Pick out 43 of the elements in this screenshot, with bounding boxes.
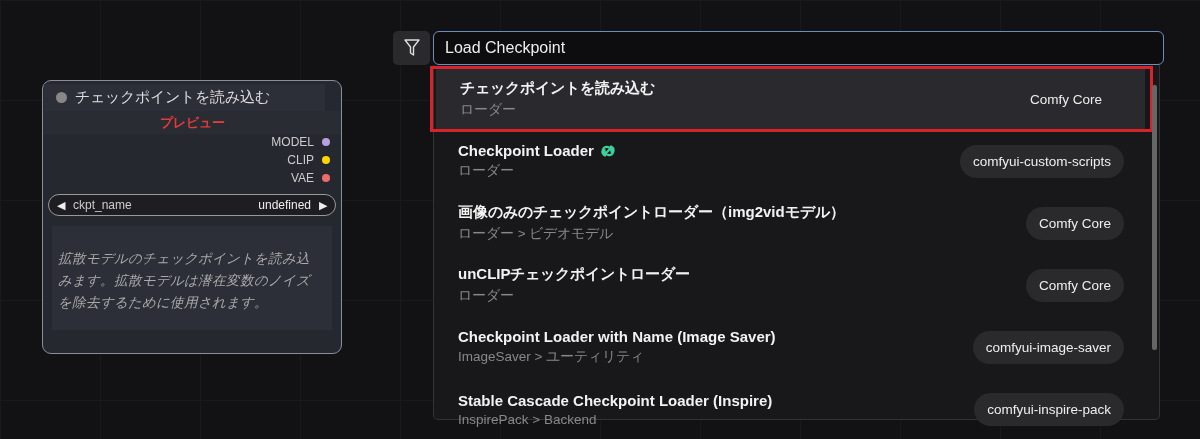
widget-value: undefined bbox=[258, 198, 311, 212]
output-socket[interactable] bbox=[322, 138, 330, 146]
next-button[interactable]: ▶ bbox=[319, 198, 327, 212]
result-title: Checkpoint Loader with Name (Image Saver) bbox=[458, 328, 776, 345]
result-category: ローダー bbox=[458, 287, 515, 305]
result-category: InspirePack > Backend bbox=[458, 411, 598, 427]
source-tag: Comfy Core bbox=[1017, 82, 1115, 116]
search-field[interactable]: Load Checkpoint bbox=[433, 31, 1164, 65]
source-tag: Comfy Core bbox=[1026, 206, 1124, 240]
filter-button[interactable] bbox=[393, 31, 430, 65]
result-item[interactable]: Checkpoint Loader ローダー comfyui-custom-scripts bbox=[434, 130, 1159, 192]
result-item[interactable]: 画像のみのチェックポイントローダー（img2vidモデル） ローダー > ビデオモデル Comfy Core bbox=[434, 192, 1159, 254]
source-tag: comfyui-image-saver bbox=[972, 330, 1124, 364]
status-dot-icon bbox=[56, 92, 67, 103]
output-socket[interactable] bbox=[322, 174, 330, 182]
widget-name: ckpt_name bbox=[73, 198, 133, 212]
combo-widget[interactable]: ◀ ckpt_name undefined ▶ bbox=[48, 194, 336, 216]
description-text: 拡散モデルのチェックポイントを読み込みます。拡散モデルは潜在変数のノイズを除去するために使用されます。 bbox=[52, 226, 332, 330]
result-title: Checkpoint Loader bbox=[458, 142, 594, 159]
output-label: VAE bbox=[290, 171, 314, 185]
result-title: Stable Cascade Checkpoint Loader (Inspire) bbox=[458, 391, 773, 409]
result-category: ImageSaver > ユーティリティ bbox=[458, 348, 646, 366]
result-item[interactable]: unCLIPチェックポイントローダー ローダー Comfy Core bbox=[434, 254, 1159, 316]
scrollbar[interactable] bbox=[1152, 85, 1157, 350]
output-label: CLIP bbox=[287, 153, 314, 167]
source-tag: comfyui-custom-scripts bbox=[959, 144, 1124, 178]
source-tag: Comfy Core bbox=[1026, 268, 1124, 302]
result-item[interactable]: Stable Cascade Checkpoint Loader (Inspire) InspirePack > Backend comfyui-inspire-pack bbox=[434, 378, 1159, 439]
result-category: ローダー bbox=[458, 162, 515, 180]
result-title: unCLIPチェックポイントローダー bbox=[458, 265, 691, 284]
output-label: MODEL bbox=[271, 135, 314, 149]
previous-button[interactable]: ◀ bbox=[57, 198, 65, 212]
result-category: ローダー > ビデオモデル bbox=[458, 225, 615, 243]
result-category: ローダー bbox=[460, 101, 517, 119]
preview-label: プレビュー bbox=[43, 111, 341, 134]
result-title: 画像のみのチェックポイントローダー（img2vidモデル） bbox=[458, 203, 845, 222]
output-socket[interactable] bbox=[322, 156, 330, 164]
source-tag: comfyui-inspire-pack bbox=[974, 392, 1124, 426]
node-title: チェックポイントを読み込む bbox=[75, 88, 270, 107]
result-title: チェックポイントを読み込む bbox=[460, 79, 655, 98]
node-card[interactable]: チェックポイントを読み込む プレビュー MODEL CLIP VAE ◀ ckpt_name undefined ▶ 拡散モデルのチェックポイントを読み込みます。拡散モデルは潜在変数のノイズを除去するために使用されます。 bbox=[42, 80, 342, 354]
result-item[interactable]: Checkpoint Loader with Name (Image Saver) ImageSaver > ユーティリティ comfyui-image-saver bbox=[434, 316, 1159, 378]
filter-icon bbox=[403, 39, 420, 57]
